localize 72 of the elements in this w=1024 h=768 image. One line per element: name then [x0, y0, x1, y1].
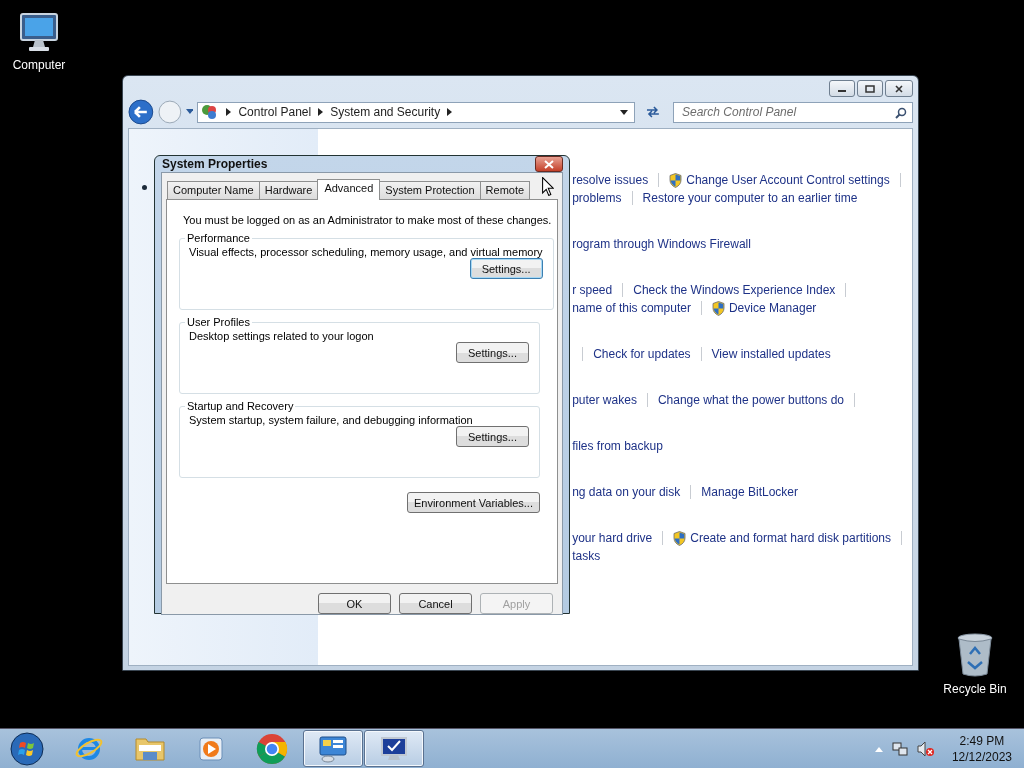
settings-button[interactable]: Settings...	[469, 258, 543, 279]
dropdown-arrow-icon[interactable]	[620, 109, 629, 115]
task-link[interactable]: tasks	[572, 549, 601, 563]
breadcrumb-item[interactable]: System and Security	[330, 105, 441, 119]
group-title: Performance	[186, 232, 251, 244]
chevron-icon	[226, 108, 232, 116]
dialog-title: System Properties	[161, 157, 268, 171]
round-browser-icon	[256, 732, 288, 765]
task-link[interactable]: Create and format hard disk partitions	[690, 531, 891, 545]
task-link[interactable]: View installed updates	[711, 347, 831, 361]
tab[interactable]: Advanced	[317, 179, 381, 200]
task-link[interactable]: Check for updates	[593, 347, 691, 361]
network-icon[interactable]	[891, 740, 908, 757]
control-panel-icon	[317, 733, 349, 764]
task-link[interactable]: Change what the power buttons do	[657, 393, 845, 407]
group-description: System startup, system failure, and debugging information	[189, 414, 474, 426]
task-link[interactable]: r speed	[572, 283, 613, 297]
address-bar[interactable]: Control Panel System and Security	[197, 101, 636, 123]
close-button[interactable]	[535, 156, 563, 172]
task-link[interactable]: files from backup	[572, 439, 663, 453]
desktop-icon-label[interactable]: Recycle Bin	[943, 682, 1007, 696]
bullet-icon	[142, 185, 147, 190]
chevron-icon	[318, 108, 324, 116]
search-field[interactable]: Search Control Panel	[673, 101, 913, 123]
computer-icon[interactable]	[17, 10, 61, 54]
settings-button[interactable]: Settings...	[456, 342, 529, 363]
group-title: User Profiles	[186, 316, 251, 328]
back-button[interactable]	[128, 99, 154, 125]
task-link[interactable]: rogram through Windows Firewall	[572, 237, 751, 251]
chevron-icon	[447, 108, 453, 116]
recycle-bin-icon[interactable]	[955, 632, 995, 678]
task-link[interactable]: Restore your computer to an earlier time	[642, 191, 858, 205]
mouse-cursor-icon	[542, 177, 554, 196]
desktop-icon-label[interactable]: Computer	[12, 58, 66, 72]
task-link[interactable]: ng data on your disk	[572, 485, 681, 499]
task-link[interactable]: Device Manager	[728, 301, 817, 315]
task-link[interactable]: Check the Windows Experience Index	[633, 283, 836, 297]
environment-variables-button[interactable]: Environment Variables...	[406, 492, 540, 513]
group-description: Desktop settings related to your logon	[189, 330, 375, 342]
group-title: Startup and Recovery	[186, 400, 295, 412]
tab[interactable]: System Protection	[379, 181, 481, 199]
close-icon	[894, 84, 904, 93]
start-button[interactable]	[10, 731, 44, 766]
taskbar-button[interactable]	[364, 730, 424, 767]
settings-button[interactable]: Settings...	[456, 426, 529, 447]
tab[interactable]: Remote	[479, 181, 531, 199]
group-description: Visual effects, processor scheduling, memory usage, and virtual memory	[189, 246, 543, 258]
task-link[interactable]: name of this computer	[572, 301, 691, 315]
dialog-button[interactable]: Cancel	[399, 593, 472, 614]
search-icon	[895, 106, 907, 119]
breadcrumb-item[interactable]: Control Panel	[238, 105, 312, 119]
clock-date[interactable]: 12/12/2023	[951, 748, 1012, 765]
task-link[interactable]: puter wakes	[572, 393, 637, 407]
refresh-icon[interactable]	[645, 105, 661, 119]
tab[interactable]: Hardware	[258, 181, 319, 199]
minimize-button[interactable]	[829, 80, 855, 97]
task-link[interactable]: Change User Account Control settings	[686, 173, 890, 187]
taskbar-button[interactable]	[303, 730, 363, 767]
close-button[interactable]	[885, 80, 913, 97]
dialog-button[interactable]: OK	[318, 593, 391, 614]
task-link[interactable]: your hard drive	[572, 531, 653, 545]
maximize-button[interactable]	[857, 80, 883, 97]
close-icon	[543, 159, 555, 169]
clock-time[interactable]: 2:49 PM	[959, 732, 1005, 749]
muted-speaker-icon[interactable]	[916, 740, 935, 757]
task-link[interactable]: Manage BitLocker	[701, 485, 798, 499]
play-icon	[197, 734, 225, 763]
notice-text: You must be logged on as an Administrator to make most of these changes.	[183, 213, 552, 227]
task-link[interactable]: problems	[572, 191, 622, 205]
maximize-icon	[865, 84, 875, 93]
tab[interactable]: Computer Name	[167, 181, 260, 199]
task-link[interactable]: resolve issues	[572, 173, 649, 187]
